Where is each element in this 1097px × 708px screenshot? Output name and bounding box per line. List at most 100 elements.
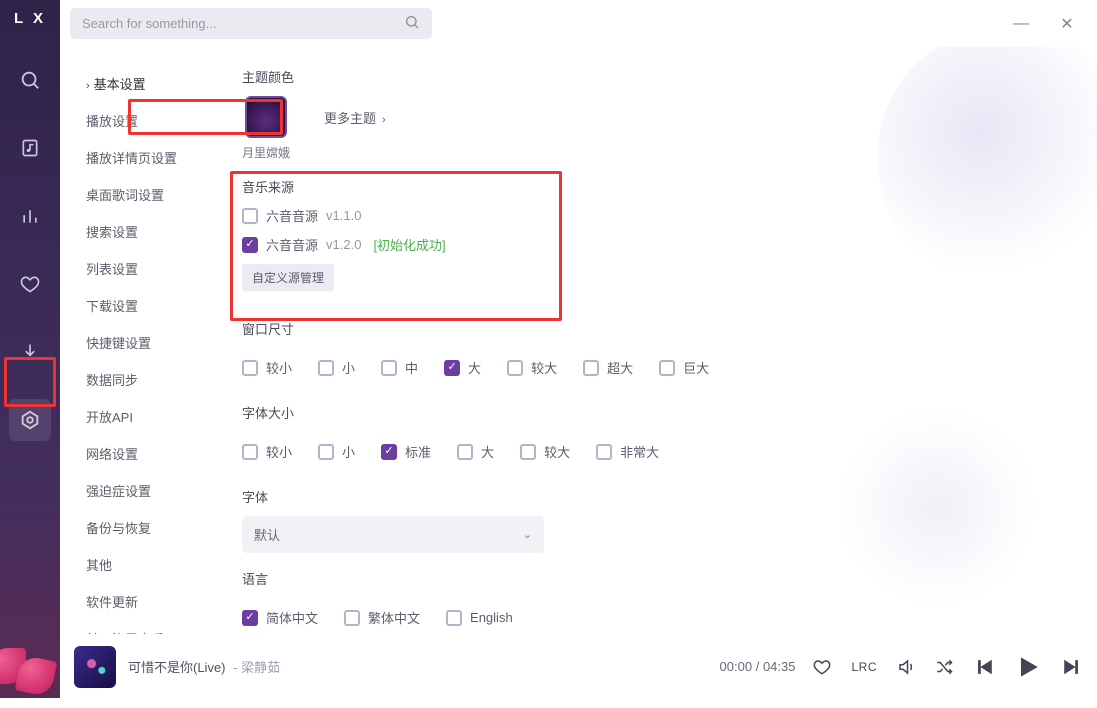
nav-settings[interactable] [9, 399, 51, 441]
checkbox[interactable] [596, 444, 612, 460]
option-label: 小 [342, 442, 355, 461]
time-total: 04:35 [763, 659, 796, 674]
settings-nav-item[interactable]: 强迫症设置 [72, 472, 234, 509]
size-option[interactable]: 中 [381, 358, 418, 377]
settings-nav-item[interactable]: 下载设置 [72, 287, 234, 324]
settings-icon [18, 408, 42, 432]
settings-nav-item[interactable]: 列表设置 [72, 250, 234, 287]
checkbox[interactable] [446, 610, 462, 626]
fontsize-option[interactable]: 非常大 [596, 442, 659, 461]
lang-option[interactable]: English [446, 608, 513, 627]
lyrics-button[interactable]: LRC [851, 660, 877, 674]
nav-sidebar: L X [0, 0, 60, 698]
checkbox[interactable] [242, 360, 258, 376]
settings-nav-item[interactable]: 备份与恢复 [72, 509, 234, 546]
fontsize-option[interactable]: 小 [318, 442, 355, 461]
checkbox[interactable] [381, 444, 397, 460]
nav-downloads[interactable] [9, 331, 51, 373]
search-input[interactable] [82, 16, 396, 31]
size-option[interactable]: 巨大 [659, 358, 709, 377]
settings-nav-item[interactable]: 搜索设置 [72, 213, 234, 250]
like-button[interactable] [813, 658, 831, 676]
minimize-button[interactable]: — [1013, 16, 1029, 32]
settings-nav-item[interactable]: 快捷键设置 [72, 324, 234, 361]
checkbox[interactable] [583, 360, 599, 376]
search-box[interactable] [70, 8, 432, 39]
settings-nav-item[interactable]: 桌面歌词设置 [72, 176, 234, 213]
app-logo: L X [14, 10, 46, 27]
settings-nav-label: 基本设置 [94, 77, 146, 92]
option-label: 中 [405, 358, 418, 377]
settings-nav-item[interactable]: 网络设置 [72, 435, 234, 472]
section-theme-title: 主题颜色 [242, 67, 1085, 86]
download-icon [18, 340, 42, 364]
fontsize-option[interactable]: 大 [457, 442, 494, 461]
checkbox[interactable] [242, 610, 258, 626]
settings-nav-item[interactable]: 软件更新 [72, 583, 234, 620]
nav-library[interactable] [9, 127, 51, 169]
option-label: 较小 [266, 442, 292, 461]
checkbox[interactable] [444, 360, 460, 376]
track-title: 可惜不是你(Live) [128, 660, 226, 675]
prev-button[interactable] [973, 656, 995, 678]
manage-sources-button[interactable]: 自定义源管理 [242, 264, 334, 291]
size-option[interactable]: 超大 [583, 358, 633, 377]
next-button[interactable] [1061, 656, 1083, 678]
titlebar: — ✕ [60, 0, 1097, 47]
nav-search[interactable] [9, 59, 51, 101]
size-option[interactable]: 大 [444, 358, 481, 377]
fontsize-option[interactable]: 较小 [242, 442, 292, 461]
settings-nav-item[interactable]: 播放详情页设置 [72, 139, 234, 176]
play-button[interactable] [1015, 654, 1041, 680]
size-option[interactable]: 小 [318, 358, 355, 377]
more-themes-link[interactable]: 更多主题› [324, 108, 386, 127]
fontsize-option[interactable]: 标准 [381, 442, 431, 461]
source-option[interactable]: 六音音源 v1.1.0 [242, 206, 1085, 225]
size-option[interactable]: 较小 [242, 358, 292, 377]
theme-card[interactable]: 月里嫦娥 [242, 96, 290, 161]
source-status: [初始化成功] [373, 235, 445, 254]
nav-favorites[interactable] [9, 263, 51, 305]
section-source-title: 音乐来源 [242, 177, 1085, 196]
settings-nav-item[interactable]: 数据同步 [72, 361, 234, 398]
option-label: 超大 [607, 358, 633, 377]
checkbox[interactable] [344, 610, 360, 626]
option-label: 繁体中文 [368, 608, 420, 627]
settings-nav-item[interactable]: 播放设置 [72, 102, 234, 139]
checkbox[interactable] [457, 444, 473, 460]
checkbox[interactable] [242, 444, 258, 460]
settings-nav-item[interactable]: 关于洛雪音乐 [72, 620, 234, 634]
chevron-right-icon: › [382, 114, 386, 126]
option-label: 巨大 [683, 358, 709, 377]
lang-option[interactable]: 简体中文 [242, 608, 318, 627]
settings-nav-item[interactable]: 开放API [72, 398, 234, 435]
volume-button[interactable] [897, 658, 915, 676]
theme-thumb [245, 96, 287, 138]
checkbox[interactable] [520, 444, 536, 460]
time-current: 00:00 [720, 659, 753, 674]
playback-time: 00:00 / 04:35 [720, 659, 796, 674]
lang-option[interactable]: 繁体中文 [344, 608, 420, 627]
font-select[interactable]: 默认 ⌄ [242, 516, 544, 553]
fontsize-option[interactable]: 较大 [520, 442, 570, 461]
nav-chart[interactable] [9, 195, 51, 237]
close-button[interactable]: ✕ [1059, 16, 1075, 32]
checkbox[interactable] [381, 360, 397, 376]
checkbox[interactable] [318, 444, 334, 460]
checkbox[interactable] [242, 237, 258, 253]
checkbox[interactable] [659, 360, 675, 376]
heart-icon [18, 272, 42, 296]
album-art[interactable] [74, 646, 116, 688]
font-selected: 默认 [254, 525, 280, 544]
search-icon [404, 14, 420, 33]
window-size-options: 较小 小 中 大 较大 超大 巨大 [242, 348, 1085, 387]
option-label: English [470, 610, 513, 625]
checkbox[interactable] [242, 208, 258, 224]
settings-nav-item-basic[interactable]: ›基本设置 [72, 65, 234, 102]
settings-nav-item[interactable]: 其他 [72, 546, 234, 583]
shuffle-button[interactable] [935, 658, 953, 676]
size-option[interactable]: 较大 [507, 358, 557, 377]
checkbox[interactable] [507, 360, 523, 376]
checkbox[interactable] [318, 360, 334, 376]
source-option[interactable]: 六音音源 v1.2.0 [初始化成功] [242, 235, 1085, 254]
